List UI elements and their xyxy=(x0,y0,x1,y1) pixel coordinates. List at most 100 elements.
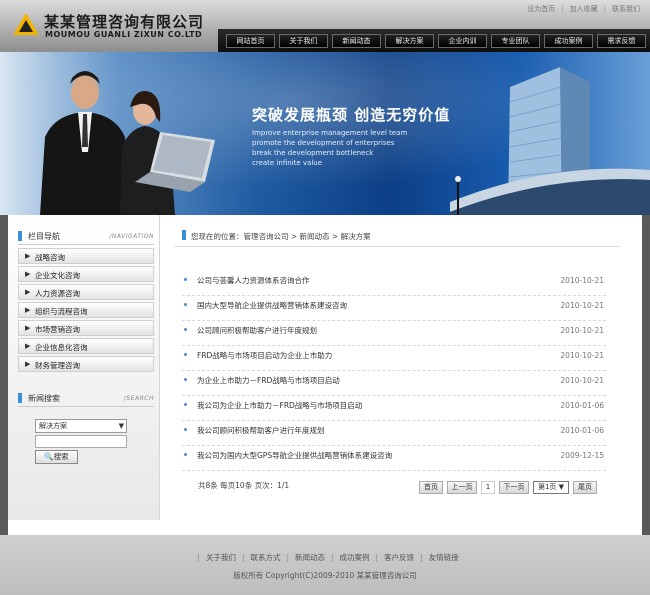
arrow-right-icon: ▶ xyxy=(25,342,31,350)
category-nav-title-en: /NAVIGATION xyxy=(109,233,154,240)
divider: | xyxy=(286,553,289,562)
footer-links: | 关于我们 | 联系方式 | 新闻动态 | 成功案例 | 客户反馈 | 友情链接 xyxy=(0,552,650,563)
sidebar-item-marketing[interactable]: ▶ 市场营销咨询 xyxy=(18,320,154,336)
sidebar: 栏目导航 /NAVIGATION ▶ 战略咨询 ▶ 企业文化咨询 ▶ 人力资源咨询 ▶… xyxy=(8,215,160,520)
banner-line: break the development bottleneck xyxy=(252,149,374,157)
list-item: 我公司顾问积极帮助客户进行年度规划 2010-01-06 xyxy=(182,421,606,446)
news-date: 2010-10-21 xyxy=(560,376,604,385)
search-button[interactable]: 🔍搜索 xyxy=(35,450,78,464)
list-item: 我公司为企业上市助力－FRD战略与市场项目启动 2010-01-06 xyxy=(182,396,606,421)
footer-link-news[interactable]: 新闻动态 xyxy=(295,553,325,562)
chevron-down-icon: ▼ xyxy=(118,422,124,430)
sidebar-item-strategy[interactable]: ▶ 战略咨询 xyxy=(18,248,154,264)
set-homepage-link[interactable]: 设为首页 xyxy=(527,5,555,13)
list-item: 国内大型导航企业提供战略营销体系建设咨询 2010-10-21 xyxy=(182,296,606,321)
news-title-link[interactable]: 公司与荟馨人力资源体系咨询合作 xyxy=(197,275,310,286)
search-button-label: 搜索 xyxy=(53,452,69,461)
list-item: 我公司为国内大型GPS导航企业提供战略营销体系建设咨询 2009-12-15 xyxy=(182,446,606,471)
footer: | 关于我们 | 联系方式 | 新闻动态 | 成功案例 | 客户反馈 | 友情链接 版权所有 Copy… xyxy=(0,535,650,595)
bullet-icon xyxy=(184,403,187,406)
arrow-right-icon: ▶ xyxy=(25,324,31,332)
banner: 突破发展瓶颈 创造无穷价值 Improve enterprise managem… xyxy=(0,52,650,215)
news-title-link[interactable]: 国内大型导航企业提供战略营销体系建设咨询 xyxy=(197,300,347,311)
search-input[interactable] xyxy=(35,435,127,448)
nav-item-home[interactable]: 网站首页 xyxy=(226,33,275,48)
current-page: 1 xyxy=(481,481,495,494)
building-image xyxy=(450,67,650,215)
logo-name-en: MOUMOU GUANLI ZIXUN CO.LTD xyxy=(45,30,203,39)
category-list: ▶ 战略咨询 ▶ 企业文化咨询 ▶ 人力资源咨询 ▶ 组织与流程咨询 ▶ 市场营销咨询 ▶… xyxy=(18,248,154,374)
sidebar-item-organization[interactable]: ▶ 组织与流程咨询 xyxy=(18,302,154,318)
pager-info: 共8条 每页10条 页次：1/1 xyxy=(198,481,290,490)
sidebar-item-label: 财务管理咨询 xyxy=(35,361,80,370)
news-list: 公司与荟馨人力资源体系咨询合作 2010-10-21 国内大型导航企业提供战略营销… xyxy=(182,271,606,471)
news-title-link[interactable]: 我公司为国内大型GPS导航企业提供战略营销体系建设咨询 xyxy=(197,450,392,461)
chevron-down-icon: ▼ xyxy=(556,483,565,491)
top-links: 设为首页 | 加入收藏 | 联系我们 xyxy=(527,4,640,14)
add-favorite-link[interactable]: 加入收藏 xyxy=(570,5,598,13)
nav-item-news[interactable]: 新闻动态 xyxy=(332,33,381,48)
sidebar-item-culture[interactable]: ▶ 企业文化咨询 xyxy=(18,266,154,282)
search-category-select[interactable]: 解决方案 ▼ xyxy=(35,419,127,433)
news-date: 2010-10-21 xyxy=(560,351,604,360)
footer-link-contact[interactable]: 联系方式 xyxy=(250,553,280,562)
nav-item-about[interactable]: 关于我们 xyxy=(279,33,328,48)
sidebar-item-finance[interactable]: ▶ 财务管理咨询 xyxy=(18,356,154,372)
prev-page-button[interactable]: 上一页 xyxy=(447,481,477,494)
header-marker xyxy=(182,230,186,240)
nav-item-cases[interactable]: 成功案例 xyxy=(544,33,593,48)
news-date: 2010-01-06 xyxy=(560,401,604,410)
sidebar-item-label: 企业文化咨询 xyxy=(35,271,80,280)
last-page-button[interactable]: 尾页 xyxy=(573,481,597,494)
footer-link-feedback[interactable]: 客户反馈 xyxy=(384,553,414,562)
news-date: 2010-10-21 xyxy=(560,326,604,335)
banner-title: 突破发展瓶颈 创造无穷价值 xyxy=(252,106,451,124)
banner-line: create infinite value xyxy=(252,159,323,167)
header-marker xyxy=(18,231,22,241)
logo-triangle-icon xyxy=(13,13,39,35)
divider: | xyxy=(375,553,379,562)
nav-item-solutions[interactable]: 解决方案 xyxy=(385,33,434,48)
arrow-right-icon: ▶ xyxy=(25,360,31,368)
breadcrumb-bar: 您现在的位置：管理咨询公司 > 新闻动态 > 解决方案 xyxy=(174,227,620,247)
nav-item-training[interactable]: 企业内训 xyxy=(438,33,487,48)
sidebar-item-hr[interactable]: ▶ 人力资源咨询 xyxy=(18,284,154,300)
news-title-link[interactable]: FRD战略与市场项目启动为企业上市助力 xyxy=(197,350,332,361)
category-nav-header: 栏目导航 /NAVIGATION xyxy=(18,227,154,245)
arrow-right-icon: ▶ xyxy=(25,270,31,278)
footer-link-cases[interactable]: 成功案例 xyxy=(340,553,370,562)
header-marker xyxy=(18,393,22,403)
news-search-title: 新闻搜索 xyxy=(28,394,60,403)
news-date: 2010-10-21 xyxy=(560,301,604,310)
first-page-button[interactable]: 首页 xyxy=(419,481,443,494)
divider: | xyxy=(420,553,423,562)
divider: | xyxy=(561,5,564,13)
bullet-icon xyxy=(184,303,187,306)
nav-item-feedback[interactable]: 需求反馈 xyxy=(597,33,646,48)
news-date: 2010-01-06 xyxy=(560,426,604,435)
breadcrumb: 您现在的位置：管理咨询公司 > 新闻动态 > 解决方案 xyxy=(191,232,371,241)
banner-line: promote the development of enterprises xyxy=(252,139,395,147)
list-item: FRD战略与市场项目启动为企业上市助力 2010-10-21 xyxy=(182,346,606,371)
news-title-link[interactable]: 公司顾问积极帮助客户进行年度规划 xyxy=(197,325,317,336)
divider: | xyxy=(331,553,334,562)
list-item: 为企业上市助力－FRD战略与市场项目启动 2010-10-21 xyxy=(182,371,606,396)
divider: | xyxy=(197,553,200,562)
nav-item-team[interactable]: 专业团队 xyxy=(491,33,540,48)
footer-link-about[interactable]: 关于我们 xyxy=(206,553,236,562)
news-title-link[interactable]: 为企业上市助力－FRD战略与市场项目启动 xyxy=(197,375,340,386)
news-title-link[interactable]: 我公司为企业上市助力－FRD战略与市场项目启动 xyxy=(197,400,362,411)
page-select[interactable]: 第1页 ▼ xyxy=(533,481,569,494)
news-date: 2009-12-15 xyxy=(560,451,604,460)
news-title-link[interactable]: 我公司顾问积极帮助客户进行年度规划 xyxy=(197,425,325,436)
sidebar-item-label: 市场营销咨询 xyxy=(35,325,80,334)
sidebar-item-label: 战略咨询 xyxy=(35,253,65,262)
arrow-right-icon: ▶ xyxy=(25,288,31,296)
footer-link-friends[interactable]: 友情链接 xyxy=(429,553,459,562)
contact-us-link[interactable]: 联系我们 xyxy=(612,5,640,13)
page-select-value: 第1页 xyxy=(537,483,557,491)
next-page-button[interactable]: 下一页 xyxy=(499,481,529,494)
bullet-icon xyxy=(184,278,187,281)
sidebar-item-it[interactable]: ▶ 企业信息化咨询 xyxy=(18,338,154,354)
list-item: 公司与荟馨人力资源体系咨询合作 2010-10-21 xyxy=(182,271,606,296)
